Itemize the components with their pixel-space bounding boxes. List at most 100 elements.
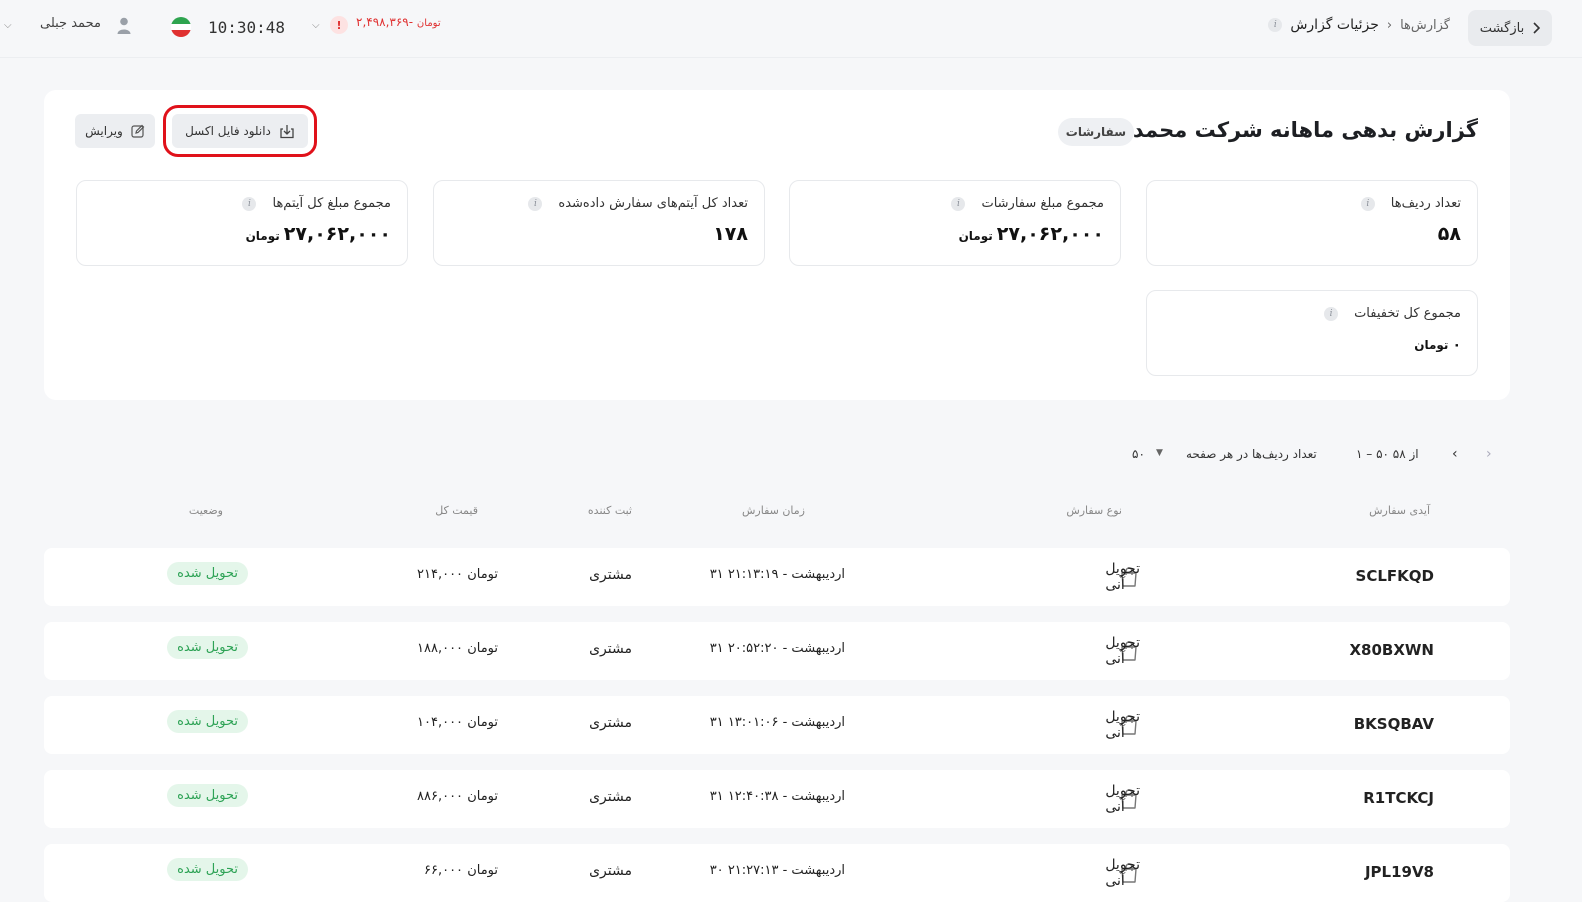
stat-orders-total: مجموع مبلغ سفارشات i ۲۷,۰۶۲,۰۰۰ تومان — [789, 180, 1121, 266]
status-badge: تحویل شده — [167, 858, 248, 881]
table-row[interactable]: R1TCKCJ تحویل آنی ۳۱ اردیبهشت - ۱۲:۴۰:۳۸… — [44, 770, 1510, 828]
back-label: بازگشت — [1479, 20, 1525, 36]
table-row[interactable]: X80BXWN تحویل آنی ۳۱ اردیبهشت - ۲۰:۵۲:۲۰… — [44, 622, 1510, 680]
stat-items-count: تعداد کل آیتم‌های سفارش داده‌شده i ۱۷۸ — [433, 180, 765, 266]
download-icon — [280, 124, 294, 138]
header-order-id: آیدی سفارش — [1369, 504, 1430, 517]
order-time: ۳۱ اردیبهشت - ۲۰:۵۲:۲۰ — [709, 641, 845, 656]
header-order-time: زمان سفارش — [741, 504, 805, 517]
registered-by: مشتری — [589, 863, 632, 879]
stat-unit: تومان — [958, 229, 993, 243]
report-type-tag: سفارشات — [1057, 118, 1134, 146]
order-type-label: تحویل آنی — [1105, 635, 1140, 667]
stat-items-total: مجموع مبلغ کل آیتم‌ها i ۲۷,۰۶۲,۰۰۰ تومان — [76, 180, 408, 266]
download-excel-button[interactable]: دانلود فایل اکسل — [163, 105, 317, 157]
top-left-controls: ⌵ محمد جبلی 10:30:48 ⌵ ! تومان -۲,۴۹۸,۳۶… — [0, 0, 470, 56]
download-label: دانلود فایل اکسل — [185, 124, 271, 138]
per-page-label: تعداد ردیف‌ها در هر صفحه — [1186, 447, 1317, 461]
per-page-select[interactable]: ۵۰ — [1132, 447, 1145, 461]
order-id: SCLFKQD — [1355, 567, 1434, 585]
flag-iran-icon — [171, 17, 191, 37]
balance-value: -۲,۴۹۸,۳۶۹ — [356, 15, 414, 29]
header-order-type: نوع سفارش — [1066, 504, 1122, 517]
header-status: وضعیت — [188, 504, 223, 517]
balance[interactable]: تومان -۲,۴۹۸,۳۶۹ — [356, 15, 443, 29]
user-icon — [117, 17, 131, 34]
total-price: ۸۸۶,۰۰۰ تومان — [417, 789, 498, 804]
total-price: ۲۱۴,۰۰۰ تومان — [417, 567, 498, 582]
edit-label: ویرایش — [85, 124, 123, 138]
info-icon[interactable]: i — [951, 196, 966, 211]
registered-by: مشتری — [589, 715, 632, 731]
chevron-right-icon — [1533, 22, 1541, 34]
edit-icon — [131, 124, 145, 138]
balance-unit: تومان — [416, 18, 441, 29]
order-id: BKSQBAV — [1353, 715, 1434, 733]
info-icon[interactable]: i — [528, 196, 543, 211]
table-row[interactable]: JPL19V8 تحویل آنی ۳۰ اردیبهشت - ۲۱:۲۷:۱۳… — [44, 844, 1510, 902]
back-button[interactable]: بازگشت — [1468, 10, 1552, 46]
order-time: ۳۱ اردیبهشت - ۲۱:۱۳:۱۹ — [709, 567, 845, 582]
info-icon[interactable]: i — [1268, 18, 1283, 32]
order-time: ۳۰ اردیبهشت - ۲۱:۲۷:۱۳ — [709, 863, 845, 878]
user-menu-chevron-down-icon[interactable]: ⌵ — [4, 20, 12, 31]
order-type-label: تحویل آنی — [1105, 783, 1140, 815]
info-icon[interactable]: i — [1360, 196, 1375, 211]
table-row[interactable]: BKSQBAV تحویل آنی ۳۱ اردیبهشت - ۱۳:۰۱:۰۶… — [44, 696, 1510, 754]
status-badge: تحویل شده — [167, 562, 248, 585]
clock: 10:30:48 — [208, 18, 286, 37]
status-badge: تحویل شده — [167, 710, 248, 733]
header-registered-by: ثبت کننده — [587, 504, 632, 517]
order-type: تحویل آنی — [1105, 709, 1140, 741]
stat-unit: تومان — [1414, 338, 1449, 352]
registered-by: مشتری — [589, 789, 632, 805]
table-row[interactable]: SCLFKQD تحویل آنی ۳۱ اردیبهشت - ۲۱:۱۳:۱۹… — [44, 548, 1510, 606]
stat-label: مجموع مبلغ کل آیتم‌ها — [272, 196, 391, 211]
order-id: R1TCKCJ — [1363, 789, 1434, 807]
order-type-label: تحویل آنی — [1105, 561, 1140, 593]
breadcrumb-separator-icon: › — [1386, 17, 1393, 33]
stat-label: تعداد ردیف‌ها — [1390, 196, 1461, 211]
registered-by: مشتری — [589, 567, 632, 583]
breadcrumb-current: جزئیات گزارش — [1290, 17, 1379, 33]
order-time: ۳۱ اردیبهشت - ۱۲:۴۰:۳۸ — [709, 789, 845, 804]
stat-label: مجموع مبلغ سفارشات — [981, 196, 1104, 211]
order-id: X80BXWN — [1349, 641, 1434, 659]
stat-value: ۲۷,۰۶۲,۰۰۰ — [283, 223, 391, 245]
order-id: JPL19V8 — [1364, 863, 1434, 881]
user-name[interactable]: محمد جبلی — [40, 16, 101, 31]
pagination-range: ۱ – ۵۰ از ۵۸ — [1356, 447, 1419, 461]
order-type: تحویل آنی — [1105, 857, 1140, 889]
info-icon[interactable]: i — [1324, 306, 1339, 321]
order-type-label: تحویل آنی — [1105, 857, 1140, 889]
per-page-chevron-down-icon[interactable]: ▼ — [1156, 448, 1163, 458]
report-summary-card: گزارش بدهی ماهانه شرکت محمد جبلی سفارشات… — [44, 90, 1510, 400]
order-type-label: تحویل آنی — [1105, 709, 1140, 741]
status-badge: تحویل شده — [167, 636, 248, 659]
order-type: تحویل آنی — [1105, 635, 1140, 667]
breadcrumb-parent[interactable]: گزارش‌ها — [1400, 18, 1450, 33]
pagination: › ‹ ۱ – ۵۰ از ۵۸ تعداد ردیف‌ها در هر صفح… — [0, 444, 1582, 466]
order-type: تحویل آنی — [1105, 783, 1140, 815]
balance-chevron-down-icon[interactable]: ⌵ — [312, 20, 320, 31]
chevron-left-icon[interactable]: ‹ — [1452, 446, 1458, 462]
stat-value: ۲۷,۰۶۲,۰۰۰ — [996, 223, 1104, 245]
order-type: تحویل آنی — [1105, 561, 1140, 593]
breadcrumb: گزارش‌ها › جزئیات گزارش i — [1268, 17, 1450, 33]
table-header: آیدی سفارش نوع سفارش زمان سفارش ثبت کنند… — [44, 504, 1510, 524]
top-bar: بازگشت گزارش‌ها › جزئیات گزارش i ⌵ محمد … — [0, 0, 1582, 58]
edit-button[interactable]: ویرایش — [75, 114, 155, 148]
chevron-right-icon[interactable]: › — [1486, 446, 1492, 462]
stat-label: تعداد کل آیتم‌های سفارش داده‌شده — [558, 196, 748, 211]
stat-label: مجموع کل تخفیفات — [1354, 306, 1461, 321]
stat-value: ۱۷۸ — [713, 223, 748, 245]
total-price: ۶۶,۰۰۰ تومان — [424, 863, 498, 878]
stat-discounts-total: مجموع کل تخفیفات i ۰ تومان — [1146, 290, 1478, 376]
alert-icon: ! — [330, 16, 348, 34]
total-price: ۱۰۴,۰۰۰ تومان — [417, 715, 498, 730]
order-time: ۳۱ اردیبهشت - ۱۳:۰۱:۰۶ — [709, 715, 845, 730]
stat-value: ۵۸ — [1437, 223, 1461, 245]
stat-rows-count: تعداد ردیف‌ها i ۵۸ — [1146, 180, 1478, 266]
stat-value: ۰ — [1452, 337, 1461, 353]
info-icon[interactable]: i — [242, 196, 257, 211]
